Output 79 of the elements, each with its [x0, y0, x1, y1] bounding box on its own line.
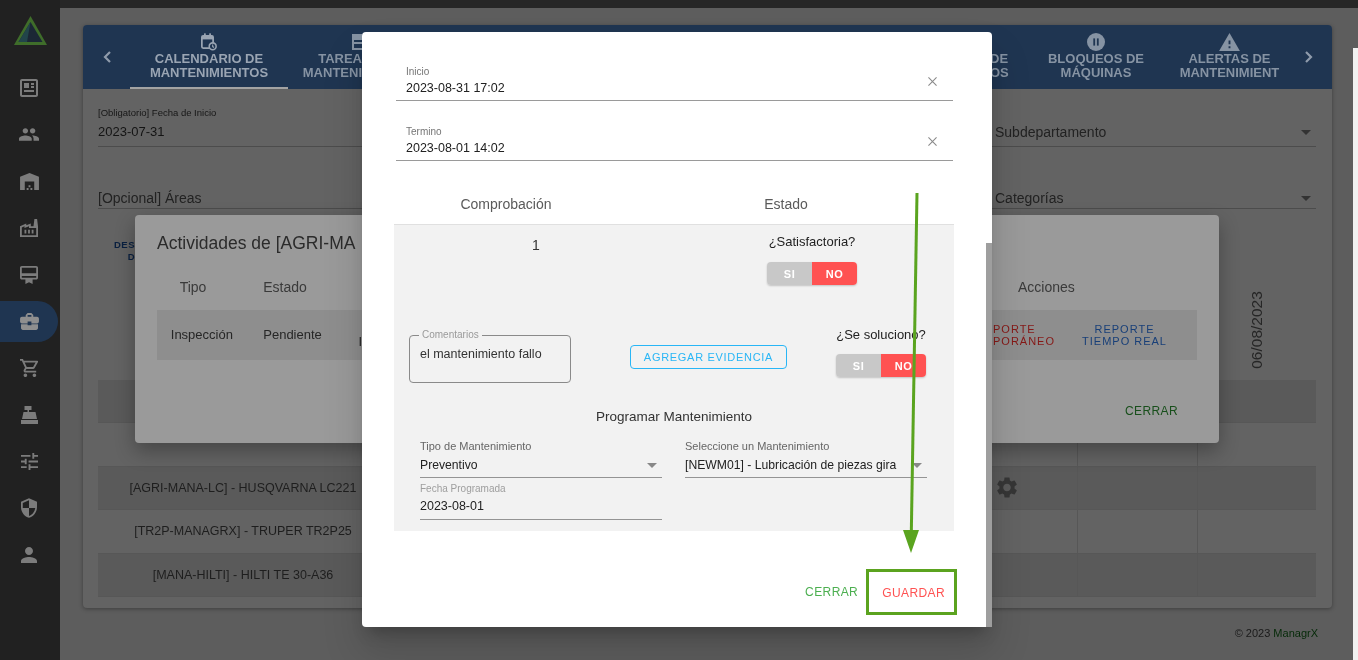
comments-field[interactable]: Comentarios el mantenimiento fallo [409, 329, 571, 383]
scrollbar-thumb[interactable] [986, 243, 992, 627]
column-header: Tipo [178, 278, 208, 297]
chevron-right-icon [1304, 51, 1313, 63]
table-cell-text: 1 [531, 236, 541, 255]
dialog-title: Actividades de [AGRI-MA [157, 232, 356, 255]
person-icon [21, 546, 37, 563]
field-value: 2023-08-31 17:02 [406, 80, 505, 96]
field-value: 2023-08-01 [420, 498, 485, 515]
tab[interactable]: BLOQUEOS DE MÁQUINAS [1024, 25, 1168, 89]
people-icon [19, 128, 39, 142]
copyright-text: © 2023 ManagrX [1234, 626, 1318, 640]
select-field[interactable]: Seleccione un Mantenimiento [NEWM01] - Lubricación de piezas gira [685, 440, 927, 478]
caret-icon [1301, 195, 1311, 201]
evidence-button[interactable]: AGREGAR EVIDENCIA [630, 345, 787, 369]
field-value: el mantenimiento fallo [420, 346, 543, 362]
table-cell-text: I [357, 334, 362, 350]
table-cell-text: Inspección [169, 326, 234, 344]
field-label: Comentarios [421, 329, 480, 341]
toggle-option[interactable]: NO [881, 354, 926, 377]
input-field[interactable]: [Opcional] Áreas [98, 188, 362, 209]
table-cell-text: Pendiente [262, 326, 323, 344]
field-label: Termino [406, 126, 442, 138]
tab[interactable]: ALERTAS DE MANTENIMIENT [1168, 25, 1285, 89]
cash-register-icon [20, 405, 38, 424]
close-button[interactable]: CERRAR [1116, 393, 1186, 429]
field-value: 2023-07-31 [98, 123, 166, 141]
field-label: [Obligatorio] Fecha de Inicio [98, 107, 218, 119]
field-label: Fecha Programada [420, 483, 507, 495]
column-header: Comprobación [459, 195, 553, 214]
caret-icon [912, 462, 922, 468]
column-header: Estado [763, 195, 809, 214]
close-icon[interactable] [928, 136, 937, 146]
machine-name: [AGRI-MANA-LC] - HUSQVARNA LC221 [129, 480, 357, 495]
column-header: Estado [262, 278, 308, 297]
link[interactable]: DES D [113, 239, 135, 263]
shield-icon [21, 498, 37, 519]
chevron-left-icon [102, 51, 111, 63]
report-button[interactable]: PORTE PORÁNEO [992, 321, 1059, 349]
cancel-button[interactable]: CERRAR [797, 574, 867, 610]
field-value: Preventivo [420, 457, 479, 474]
caret-icon [1301, 129, 1311, 135]
warehouse-icon [19, 172, 39, 190]
caret-icon [647, 462, 657, 468]
field-label: Seleccione un Mantenimiento [685, 440, 831, 452]
close-icon[interactable] [928, 76, 937, 86]
question-label: ¿Satisfactoria? [768, 234, 856, 250]
factory-icon [20, 219, 38, 238]
tab[interactable]: CALENDARIO DE MANTENIMIENTOS [130, 25, 288, 89]
field-value: 2023-08-01 14:02 [406, 140, 505, 156]
brand-link[interactable]: ManagrX [1273, 627, 1318, 639]
sidebar-item[interactable] [0, 300, 58, 342]
machine-name: [MANA-HILTI] - HILTI TE 30-A36 [152, 567, 334, 582]
machine-name: [TR2P-MANAGRX] - TRUPER TR2P25 [134, 524, 352, 539]
column-header: 06/08/2023 [1249, 291, 1265, 369]
column-header: Acciones [1018, 278, 1075, 297]
select-field[interactable]: Tipo de Mantenimiento Preventivo [420, 440, 662, 478]
list-icon [352, 33, 362, 51]
date-field[interactable]: Inicio 2023-08-31 17:02 [396, 66, 953, 101]
field-label: Inicio [406, 66, 430, 78]
pause-icon [1087, 33, 1105, 51]
field-value: [NEWM01] - Lubricación de piezas gira [685, 457, 898, 474]
newspaper-icon [20, 79, 38, 97]
cart-icon [20, 359, 38, 378]
calendar-icon [201, 33, 217, 51]
section-title: Programar Mantenimiento [594, 409, 754, 425]
toolbox-icon [19, 312, 39, 330]
scrollbar[interactable] [1353, 48, 1358, 660]
date-field[interactable]: Fecha Programada 2023-08-01 [420, 483, 662, 520]
field-label: Tipo de Mantenimiento [420, 440, 533, 452]
certificate-icon [20, 265, 38, 284]
save-button[interactable]: GUARDAR [874, 575, 953, 611]
logo-icon [14, 16, 47, 45]
toggle-option[interactable]: NO [812, 262, 857, 285]
sliders-icon [20, 453, 38, 470]
date-field[interactable]: Termino 2023-08-01 14:02 [396, 126, 953, 161]
report-button[interactable]: REPORTE TIEMPO REAL [1078, 321, 1171, 349]
warning-icon [1219, 33, 1240, 51]
tab[interactable]: TAREA MANTENI [288, 25, 362, 89]
